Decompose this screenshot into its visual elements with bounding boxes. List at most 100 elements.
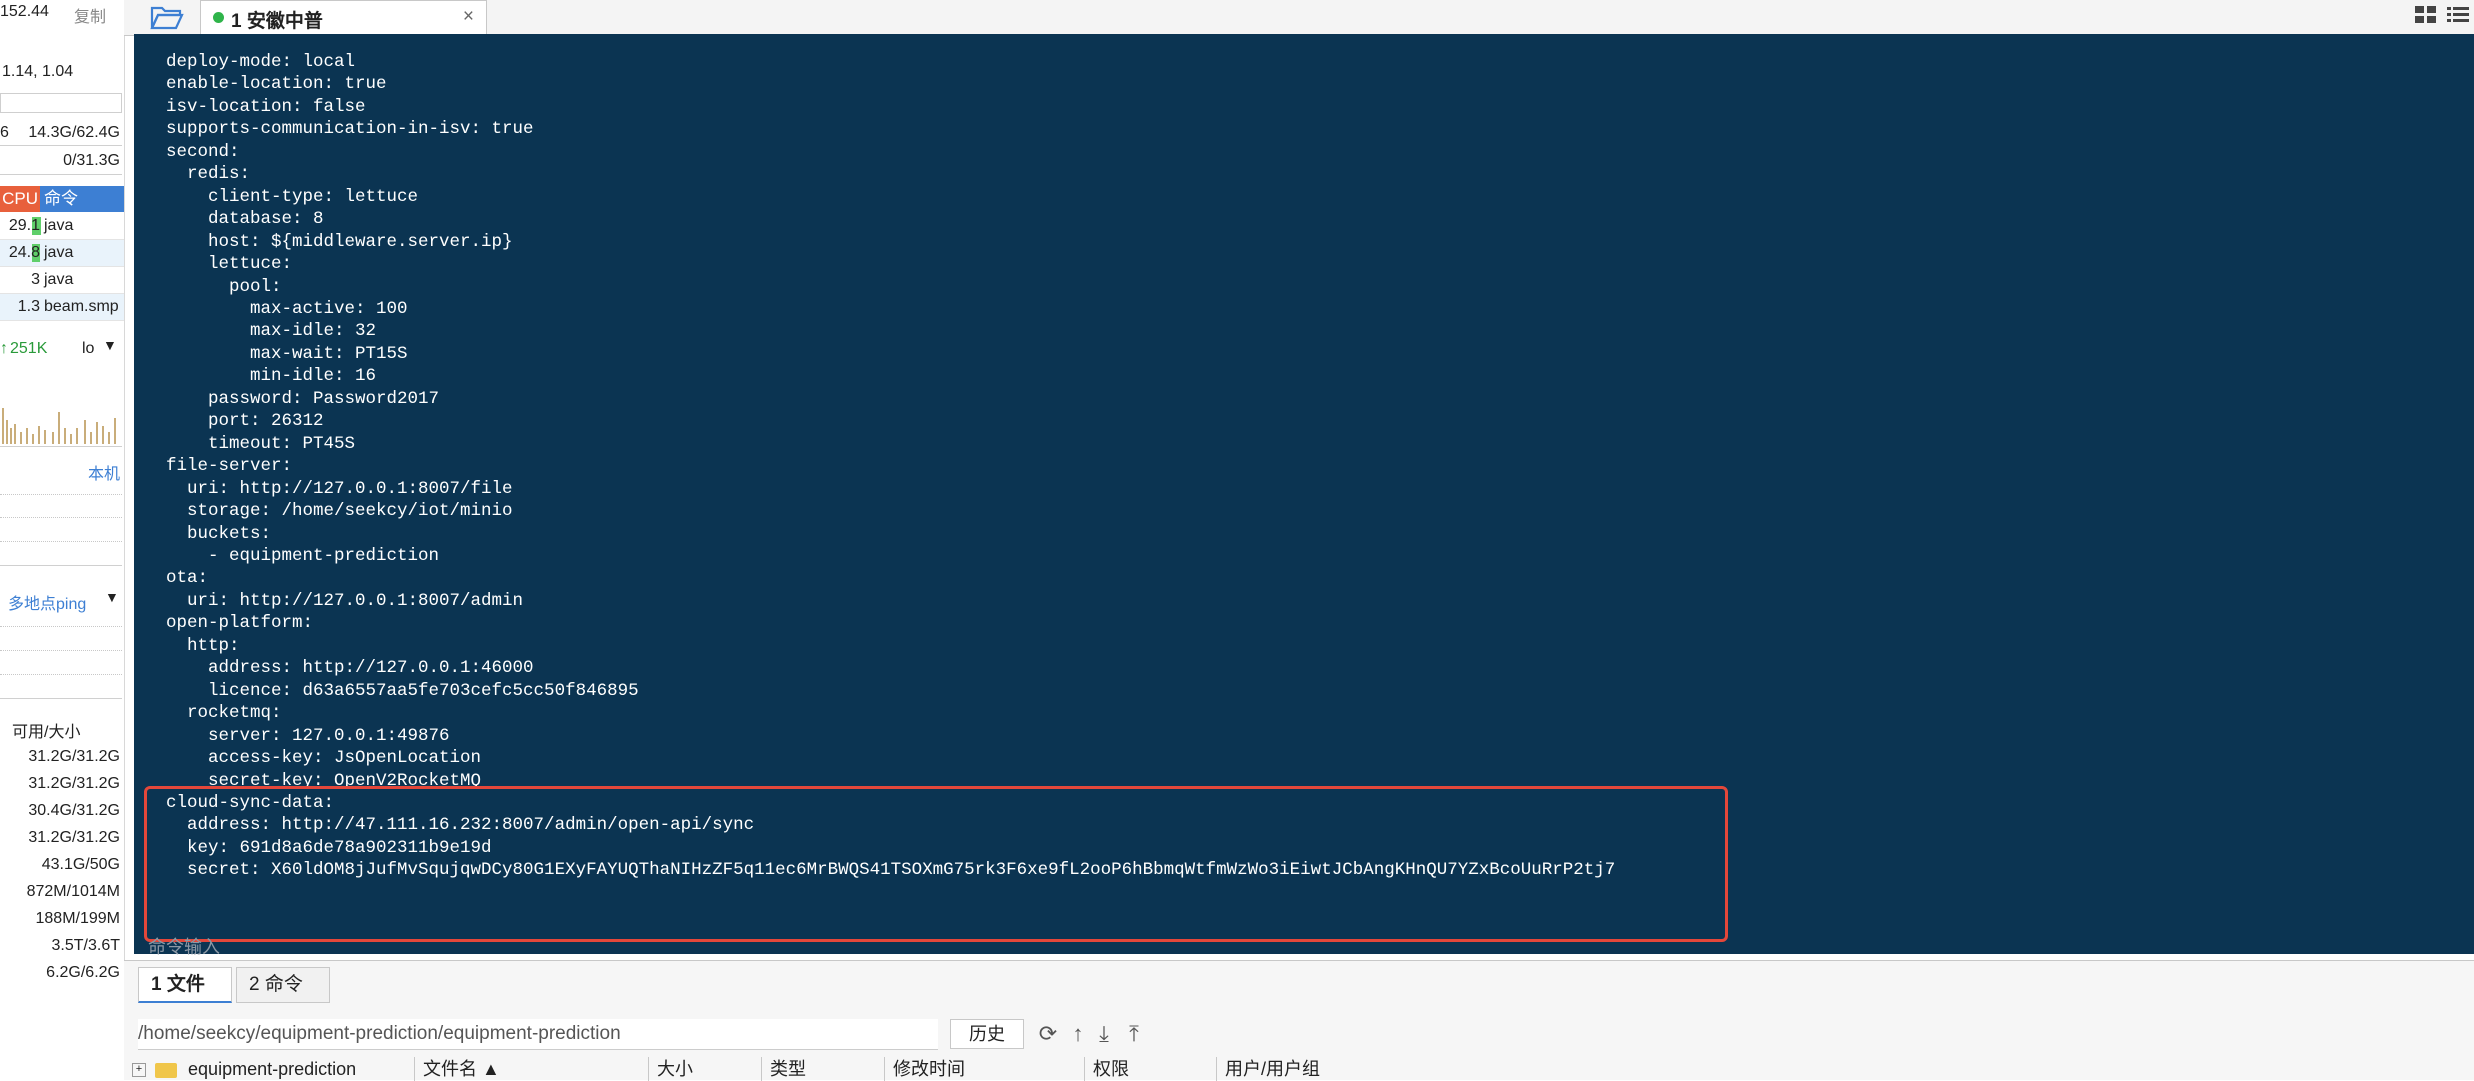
download-icon[interactable]: ⤓ [1090,1019,1118,1049]
load-average: 1.14, 1.04 [2,63,74,80]
disk-row: 43.1G/50G [41,856,120,873]
terminal-line: storage: /home/seekcy/iot/minio [166,501,513,522]
command-column-header[interactable]: 命令 [44,186,78,212]
chevron-down-icon[interactable]: ▼ [103,337,117,353]
chevron-down-icon[interactable]: ▼ [105,589,119,605]
disk-row: 31.2G/31.2G [28,829,120,846]
terminal-line: host: ${middleware.server.ip} [166,231,513,252]
terminal-line: lettuce: [166,254,293,275]
terminal-line: timeout: PT45S [166,433,356,454]
disk-row: 3.5T/3.6T [51,937,120,954]
terminal-line: enable-location: true [166,74,387,95]
terminal-line: uri: http://127.0.0.1:8007/file [166,478,513,499]
tab-commands[interactable]: 2 命令 [236,967,330,1003]
terminal-line: deploy-mode: local [166,52,356,72]
session-tab-label: 1 安徽中普 [231,11,323,32]
terminal-line: isv-location: false [166,96,366,117]
path-input[interactable]: /home/seekcy/equipment-prediction/equipm… [138,1019,938,1050]
disk-row: 30.4G/31.2G [28,802,120,819]
process-cpu: 3 [31,271,40,288]
annotation-highlight-box [144,786,1728,942]
terminal-line: server: 127.0.0.1:49876 [166,725,450,746]
swap-usage: 0/31.3G [63,152,120,169]
session-tab[interactable]: 1 安徽中普 × [200,0,487,35]
terminal-line: second: [166,141,240,162]
terminal-line: port: 26312 [166,411,324,432]
directory-name: equipment-prediction [188,1059,357,1079]
terminal-line: rocketmq: [166,703,282,724]
terminal-line: client-type: lettuce [166,186,419,207]
terminal-line: uri: http://127.0.0.1:8007/admin [166,590,524,611]
terminal-line: file-server: [166,456,293,477]
close-icon[interactable]: × [463,6,474,28]
network-interface-select[interactable]: lo [82,340,94,358]
net-upload-arrow-icon: ↑ [0,340,8,357]
disk-row: 188M/199M [35,910,121,927]
command-input[interactable]: 命令输入 [148,933,220,959]
path-history-button[interactable]: 历史 [950,1019,1024,1049]
process-name: beam.smp [44,298,119,315]
process-row[interactable]: 29.1 java [0,213,124,240]
disk-row: 31.2G/31.2G [28,775,120,792]
terminal-line: password: Password2017 [166,388,440,409]
terminal-line: supports-communication-in-isv: true [166,119,534,140]
terminal-line: max-idle: 32 [166,321,377,342]
copy-ip-button[interactable]: 复制 [74,3,106,27]
terminal-text: deploy-mode: local enable-location: true i… [166,51,1615,882]
up-directory-icon[interactable]: ↑ [1064,1019,1092,1049]
tab-files[interactable]: 1 文件 [138,967,232,1003]
layout-grid-icon[interactable] [2414,4,2438,26]
menu-list-icon[interactable] [2446,4,2470,26]
terminal-output[interactable]: deploy-mode: local enable-location: true i… [134,34,2474,992]
connected-status-icon [213,12,224,23]
disk-row: 6.2G/6.2G [46,964,120,981]
process-name: java [44,217,74,234]
terminal-line: access-key: JsOpenLocation [166,748,482,769]
server-ip: 152.44 [0,3,49,20]
process-cpu: 29.1 [8,217,40,234]
process-row[interactable]: 3 java [0,267,124,294]
terminal-line: max-active: 100 [166,298,408,319]
terminal-line: address: http://127.0.0.1:46000 [166,658,534,679]
process-table-header: CPU 命令 [0,186,124,212]
process-name: java [44,271,74,288]
upload-icon[interactable]: ⤒ [1120,1019,1148,1049]
terminal-line: buckets: [166,523,272,544]
terminal-line: max-wait: PT15S [166,343,408,364]
session-tab-bar: 1 安徽中普 × [124,0,2474,36]
terminal-line: pool: [166,276,282,297]
memory-usage: 14.3G/62.4G [28,124,120,141]
column-header-size[interactable]: 大小 [648,1057,757,1081]
multi-location-ping[interactable]: 多地点ping [8,590,86,614]
network-rate: 251K [10,340,48,357]
process-name: java [44,244,74,261]
terminal-line: redis: [166,164,251,185]
network-traffic-graph [2,408,116,444]
process-cpu: 24.8 [8,244,40,261]
system-monitor-sidebar: 152.44 复制 1.14, 1.04 6 14.3G/62.4G 0/31.… [0,0,125,1079]
terminal-line: http: [166,635,240,656]
terminal-line: - equipment-prediction [166,545,440,566]
column-header-owner[interactable]: 用户/用户组 [1216,1057,1385,1081]
cpu-column-header[interactable]: CPU [0,186,40,212]
folder-icon [155,1062,178,1078]
cpu-usage-bar [0,93,122,113]
terminal-line: open-platform: [166,613,314,634]
column-header-permissions[interactable]: 权限 [1084,1057,1193,1081]
terminal-line: ota: [166,568,209,589]
terminal-line: licence: d63a6557aa5fe703cefc5cc50f84689… [166,680,639,701]
open-folder-icon[interactable] [150,4,184,30]
disk-row: 31.2G/31.2G [28,748,120,765]
local-machine-label[interactable]: 本机 [88,460,120,484]
process-row[interactable]: 1.3 beam.smp [0,294,124,321]
file-manager-panel: 1 文件 2 命令 /home/seekcy/equipment-predict… [124,960,2474,1081]
column-header-type[interactable]: 类型 [761,1057,870,1081]
refresh-icon[interactable]: ⟳ [1034,1019,1062,1049]
mem-label: 6 [0,124,9,141]
terminal-line: database: 8 [166,209,324,230]
terminal-line: min-idle: 16 [166,366,377,387]
process-row[interactable]: 24.8 java [0,240,124,267]
column-header-modified[interactable]: 修改时间 [884,1057,1053,1081]
expand-toggle-icon[interactable]: + [132,1063,146,1078]
disk-table-header: 可用/大小 [12,724,81,741]
